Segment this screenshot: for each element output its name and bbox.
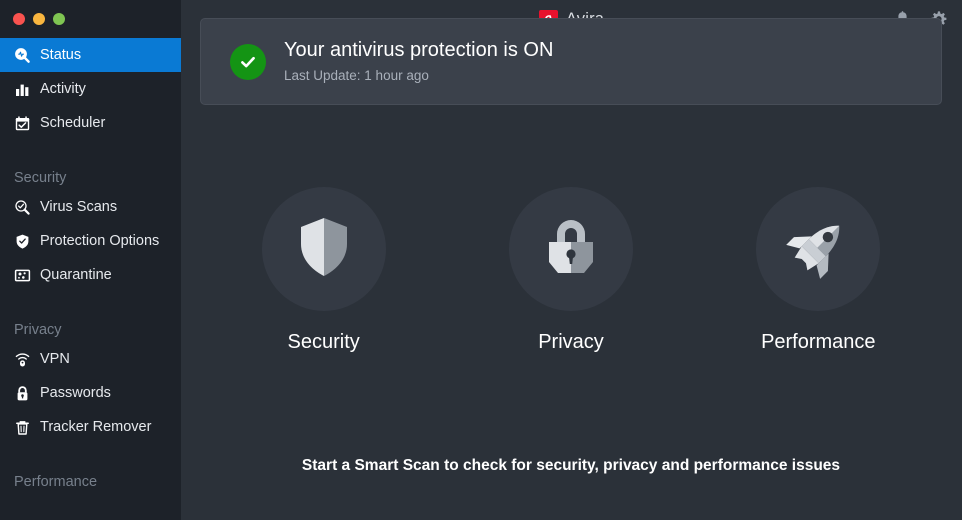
rocket-icon xyxy=(782,211,854,288)
sidebar-section-performance: Performance xyxy=(14,474,98,490)
sidebar-item-protection-options[interactable]: Protection Options xyxy=(0,224,181,258)
smart-scan-tagline: Start a Smart Scan to check for security… xyxy=(301,457,841,474)
sidebar-item-label: Protection Options xyxy=(40,232,160,249)
protection-status-card: Your antivirus protection is ON Last Upd… xyxy=(200,18,942,105)
calendar-check-icon xyxy=(14,115,31,132)
sidebar-item-quarantine[interactable]: Quarantine xyxy=(0,258,181,292)
magnifier-check-icon xyxy=(14,199,31,216)
sidebar-item-tracker-remover[interactable]: Tracker Remover xyxy=(0,410,181,444)
green-check-circle-icon xyxy=(230,43,266,80)
vpn-signal-icon xyxy=(14,351,31,368)
status-text-block: Your antivirus protection is ON Last Upd… xyxy=(284,39,553,84)
feature-tile-performance[interactable]: Performance xyxy=(695,187,942,352)
sidebar: Status Activity Scheduler Security Virus… xyxy=(0,0,181,520)
sidebar-item-label: Quarantine xyxy=(40,266,112,283)
shield-check-icon xyxy=(14,233,31,250)
sidebar-item-label: Activity xyxy=(40,80,86,97)
sidebar-item-label: Virus Scans xyxy=(40,198,118,215)
feature-tile-security[interactable]: Security xyxy=(200,187,447,352)
feature-tiles: Security Privacy Performance xyxy=(200,187,942,352)
sidebar-item-label: Status xyxy=(40,46,82,63)
bar-chart-icon xyxy=(14,81,31,98)
feature-label: Performance xyxy=(761,331,876,353)
sidebar-item-label: Passwords xyxy=(40,384,111,401)
window-traffic-lights xyxy=(0,0,181,38)
sidebar-section-security: Security xyxy=(14,170,67,186)
feature-circle xyxy=(508,187,633,311)
feature-label: Privacy xyxy=(538,331,604,353)
quarantine-box-icon xyxy=(14,267,31,284)
sidebar-item-virus-scans[interactable]: Virus Scans xyxy=(0,190,181,224)
feature-circle xyxy=(261,187,386,311)
status-last-update: Last Update: 1 hour ago xyxy=(284,68,429,84)
sidebar-item-label: Tracker Remover xyxy=(40,418,152,435)
padlock-icon xyxy=(14,385,31,402)
sidebar-item-label: VPN xyxy=(40,350,70,367)
trash-icon xyxy=(14,419,31,436)
sidebar-item-activity[interactable]: Activity xyxy=(0,72,181,106)
sidebar-item-vpn[interactable]: VPN xyxy=(0,342,181,376)
avira-app-window: Status Activity Scheduler Security Virus… xyxy=(0,0,962,520)
feature-label: Security xyxy=(287,331,360,353)
feature-circle xyxy=(756,187,881,311)
status-title: Your antivirus protection is ON xyxy=(284,39,554,62)
maximize-window-button[interactable] xyxy=(53,13,65,25)
shield-icon xyxy=(288,211,360,288)
search-status-icon xyxy=(14,47,31,64)
sidebar-item-passwords[interactable]: Passwords xyxy=(0,376,181,410)
feature-tile-privacy[interactable]: Privacy xyxy=(447,187,694,352)
close-window-button[interactable] xyxy=(13,13,25,25)
minimize-window-button[interactable] xyxy=(33,13,45,25)
sidebar-item-label: Scheduler xyxy=(40,114,106,131)
sidebar-section-privacy: Privacy xyxy=(14,322,62,338)
padlock-icon xyxy=(535,211,607,288)
main-content: Avira xyxy=(181,0,962,520)
sidebar-item-scheduler[interactable]: Scheduler xyxy=(0,106,181,140)
sidebar-item-status[interactable]: Status xyxy=(0,38,181,72)
